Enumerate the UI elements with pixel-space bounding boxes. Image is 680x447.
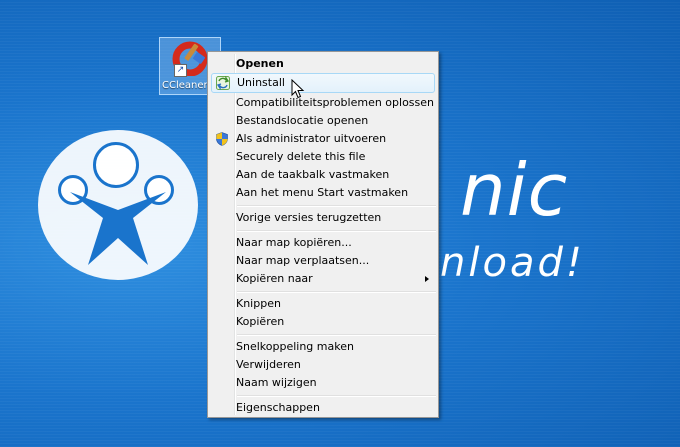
menu-item-troubleshoot-compatibility[interactable]: Compatibiliteitsproblemen oplossen	[211, 94, 435, 112]
menu-item-label: Uninstall	[237, 76, 285, 89]
desktop: nic nload! ↗ CCleaner Openen Uninstall C…	[0, 0, 680, 447]
background-tagline: nload!	[440, 240, 585, 286]
menu-item-copy[interactable]: Kopiëren	[211, 313, 435, 331]
menu-item-pin-to-start-menu[interactable]: Aan het menu Start vastmaken	[211, 184, 435, 202]
submenu-arrow-icon	[425, 276, 429, 282]
menu-item-move-to-folder[interactable]: Naar map verplaatsen...	[211, 252, 435, 270]
menu-item-label: Securely delete this file	[236, 150, 366, 163]
menu-item-open-file-location[interactable]: Bestandslocatie openen	[211, 112, 435, 130]
menu-item-label: Kopiëren naar	[236, 272, 313, 285]
menu-item-label: Kopiëren	[236, 315, 285, 328]
menu-item-rename[interactable]: Naam wijzigen	[211, 374, 435, 392]
menu-item-run-as-administrator[interactable]: Als administrator uitvoeren	[211, 130, 435, 148]
menu-item-label: Als administrator uitvoeren	[236, 132, 387, 145]
menu-item-label: Naar map verplaatsen...	[236, 254, 370, 267]
menu-item-label: Knippen	[236, 297, 281, 310]
menu-item-properties[interactable]: Eigenschappen	[211, 399, 435, 417]
menu-item-label: Eigenschappen	[236, 401, 320, 414]
menu-item-label: Aan de taakbalk vastmaken	[236, 168, 390, 181]
background-logo	[38, 130, 208, 290]
background-brand-text: nic	[460, 148, 569, 232]
context-menu: Openen Uninstall Compatibiliteitsproblem…	[207, 51, 439, 418]
menu-item-label: Openen	[236, 57, 284, 70]
menu-item-copy-to-folder[interactable]: Naar map kopiëren...	[211, 234, 435, 252]
menu-item-label: Verwijderen	[236, 358, 301, 371]
menu-separator	[237, 395, 436, 397]
shortcut-arrow-icon: ↗	[174, 64, 187, 77]
shield-icon	[216, 132, 228, 146]
menu-separator	[237, 205, 436, 207]
menu-item-label: Naam wijzigen	[236, 376, 317, 389]
menu-item-label: Compatibiliteitsproblemen oplossen	[236, 96, 434, 109]
menu-item-cut[interactable]: Knippen	[211, 295, 435, 313]
menu-item-securely-delete[interactable]: Securely delete this file	[211, 148, 435, 166]
menu-item-delete[interactable]: Verwijderen	[211, 356, 435, 374]
menu-item-label: Aan het menu Start vastmaken	[236, 186, 409, 199]
menu-separator	[237, 291, 436, 293]
menu-item-open[interactable]: Openen	[211, 55, 435, 73]
menu-separator	[237, 334, 436, 336]
menu-item-label: Vorige versies terugzetten	[236, 211, 382, 224]
menu-item-pin-to-taskbar[interactable]: Aan de taakbalk vastmaken	[211, 166, 435, 184]
menu-item-label: Snelkoppeling maken	[236, 340, 354, 353]
menu-item-uninstall[interactable]: Uninstall	[211, 73, 435, 93]
mouse-pointer-icon	[291, 79, 305, 99]
uninstall-icon	[216, 76, 230, 90]
menu-item-send-to[interactable]: Kopiëren naar	[211, 270, 435, 288]
menu-item-label: Naar map kopiëren...	[236, 236, 352, 249]
menu-item-create-shortcut[interactable]: Snelkoppeling maken	[211, 338, 435, 356]
menu-separator	[237, 230, 436, 232]
menu-item-label: Bestandslocatie openen	[236, 114, 369, 127]
menu-item-restore-previous-versions[interactable]: Vorige versies terugzetten	[211, 209, 435, 227]
